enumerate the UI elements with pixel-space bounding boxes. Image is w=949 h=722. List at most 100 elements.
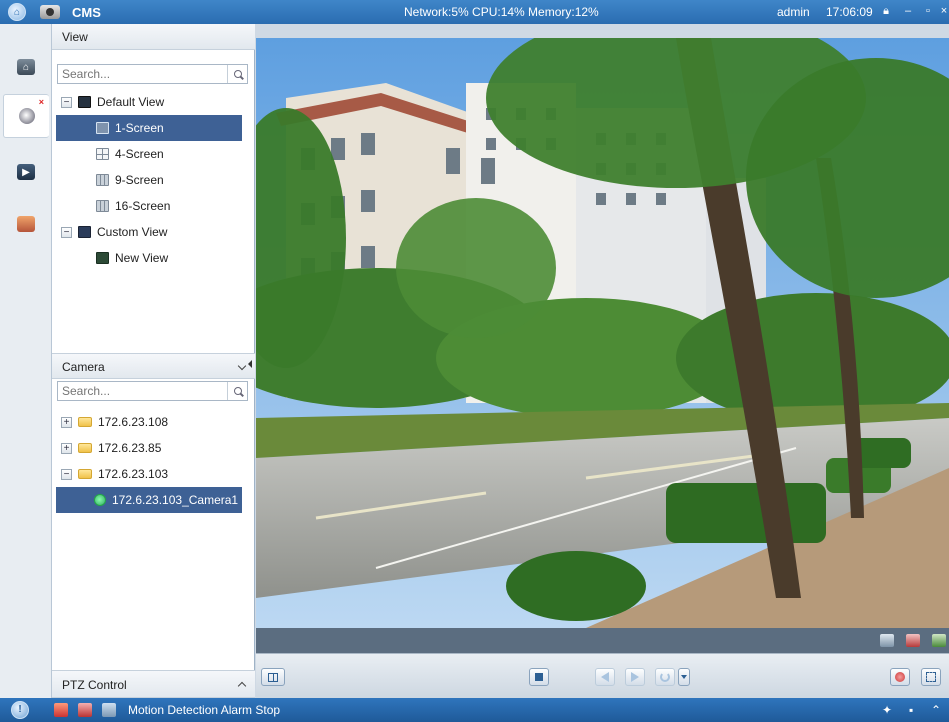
window-division-button[interactable] bbox=[261, 668, 285, 686]
view-search-box[interactable] bbox=[57, 64, 248, 84]
camera-panel-title: Camera bbox=[62, 360, 105, 374]
search-icon[interactable] bbox=[227, 65, 247, 83]
search-icon[interactable] bbox=[227, 382, 247, 400]
tree-item-label: 172.6.23.85 bbox=[98, 441, 162, 455]
expand-up-icon[interactable]: ⌃ bbox=[931, 703, 941, 717]
control-panel-button[interactable]: ⌂ bbox=[11, 54, 41, 80]
auto-switch-dropdown[interactable] bbox=[678, 668, 690, 686]
tree-item-default-view[interactable]: − Default View bbox=[52, 89, 242, 115]
device-management-button[interactable] bbox=[11, 211, 41, 237]
ptz-panel-header[interactable]: PTZ Control bbox=[52, 670, 255, 698]
chevron-up-icon[interactable] bbox=[237, 681, 247, 691]
folder-icon bbox=[78, 417, 92, 427]
status-bar: ! Motion Detection Alarm Stop ✦ ▪ ⌃ bbox=[0, 698, 949, 722]
tree-item-camera1[interactable]: 172.6.23.103_Camera1 bbox=[56, 487, 242, 513]
capture-icon[interactable] bbox=[880, 634, 894, 647]
tree-item-encoder-103[interactable]: − 172.6.23.103 bbox=[52, 461, 242, 487]
chevron-down-icon bbox=[681, 675, 687, 679]
video-frame bbox=[256, 38, 949, 628]
camera-search-box[interactable] bbox=[57, 381, 248, 401]
camera-online-icon bbox=[94, 494, 106, 506]
stop-all-button[interactable] bbox=[529, 668, 549, 686]
status-message: Motion Detection Alarm Stop bbox=[128, 703, 281, 717]
mute-button[interactable] bbox=[890, 668, 910, 686]
collapse-icon[interactable]: − bbox=[61, 468, 72, 480]
tree-item-label: 4-Screen bbox=[115, 147, 164, 161]
tree-item-label: New View bbox=[115, 251, 169, 265]
tree-item-encoder-108[interactable]: + 172.6.23.108 bbox=[52, 409, 242, 435]
playback-icon: ▶ bbox=[17, 164, 35, 180]
camera-search-input[interactable] bbox=[58, 382, 222, 400]
module-rail: ⌂ × ▶ bbox=[0, 24, 52, 698]
switch-stream-icon[interactable] bbox=[932, 634, 946, 647]
next-page-button[interactable] bbox=[625, 668, 645, 686]
tree-item-label: 1-Screen bbox=[115, 121, 164, 135]
collapse-icon[interactable]: − bbox=[61, 96, 72, 108]
fullscreen-icon bbox=[926, 672, 936, 682]
new-view-icon bbox=[96, 252, 109, 264]
folder-icon bbox=[78, 469, 92, 479]
tree-item-label: Default View bbox=[97, 95, 165, 109]
video-toolbar bbox=[256, 628, 949, 653]
collapse-icon[interactable]: − bbox=[61, 226, 72, 238]
window-icon[interactable]: ▪ bbox=[909, 703, 913, 717]
app-title: CMS bbox=[72, 4, 101, 20]
tree-item-custom-view[interactable]: − Custom View bbox=[52, 219, 242, 245]
expand-icon[interactable]: + bbox=[61, 442, 72, 454]
previous-page-button[interactable] bbox=[595, 668, 615, 686]
close-icon[interactable]: × bbox=[938, 5, 949, 18]
camera-panel-header[interactable]: Camera bbox=[52, 353, 255, 379]
arrow-left-icon bbox=[601, 672, 609, 682]
stop-icon bbox=[535, 673, 543, 681]
remote-playback-button[interactable]: ▶ bbox=[11, 159, 41, 185]
tree-item-new-view[interactable]: New View bbox=[52, 245, 242, 271]
main-view-button[interactable]: × bbox=[3, 94, 49, 138]
tree-item-1-screen[interactable]: 1-Screen bbox=[56, 115, 242, 141]
pin-icon[interactable]: ✦ bbox=[882, 703, 892, 717]
home-icon[interactable]: ⌂ bbox=[8, 3, 26, 21]
tree-item-9-screen[interactable]: 9-Screen bbox=[52, 167, 242, 193]
expand-icon[interactable]: + bbox=[61, 416, 72, 428]
sixteen-screen-icon bbox=[96, 200, 109, 212]
view-search-input[interactable] bbox=[58, 65, 222, 83]
tree-item-label: 172.6.23.108 bbox=[98, 415, 169, 429]
record-icon[interactable] bbox=[906, 634, 920, 647]
device-icon bbox=[17, 216, 35, 232]
event-icon[interactable] bbox=[102, 703, 116, 717]
tree-item-16-screen[interactable]: 16-Screen bbox=[52, 193, 242, 219]
alarm-sound-icon[interactable] bbox=[54, 703, 68, 717]
chevron-down-icon[interactable] bbox=[237, 361, 247, 371]
folder-icon bbox=[78, 443, 92, 453]
maximize-icon[interactable]: ▫ bbox=[922, 5, 934, 18]
panel-collapse-handle[interactable] bbox=[248, 360, 252, 368]
tree-item-label: 172.6.23.103_Camera1 bbox=[112, 493, 239, 507]
nine-screen-icon bbox=[96, 174, 109, 186]
resource-panel: View − Default View 1-Screen 4-Screen 9-… bbox=[52, 24, 255, 698]
one-screen-icon bbox=[96, 122, 109, 134]
tree-item-label: 172.6.23.103 bbox=[98, 467, 169, 481]
system-status: Network:5% CPU:14% Memory:12% bbox=[404, 5, 599, 19]
refresh-icon bbox=[660, 672, 670, 682]
alarm-icon[interactable]: ! bbox=[11, 701, 29, 719]
custom-view-icon bbox=[78, 226, 91, 238]
user-name[interactable]: admin bbox=[777, 5, 810, 19]
fullscreen-button[interactable] bbox=[921, 668, 941, 686]
minimize-icon[interactable]: – bbox=[902, 5, 914, 18]
ptz-panel-title: PTZ Control bbox=[62, 678, 127, 692]
tree-item-4-screen[interactable]: 4-Screen bbox=[52, 141, 242, 167]
title-bar: ⌂ CMS Network:5% CPU:14% Memory:12% admi… bbox=[0, 0, 949, 24]
camera-icon bbox=[18, 108, 35, 124]
view-panel-header[interactable]: View bbox=[52, 24, 255, 50]
cms-logo-icon bbox=[40, 5, 60, 19]
arrow-right-icon bbox=[631, 672, 639, 682]
auto-switch-button[interactable] bbox=[655, 668, 675, 686]
tree-item-encoder-85[interactable]: + 172.6.23.85 bbox=[52, 435, 242, 461]
tree-item-label: Custom View bbox=[97, 225, 168, 239]
playback-control-bar bbox=[256, 653, 949, 698]
lock-icon[interactable]: 🔒︎ bbox=[880, 5, 892, 18]
close-tab-icon[interactable]: × bbox=[39, 97, 44, 107]
alarm-output-icon[interactable] bbox=[78, 703, 92, 717]
live-video-window[interactable] bbox=[256, 38, 949, 628]
tree-item-label: 16-Screen bbox=[115, 199, 171, 213]
view-group-icon bbox=[78, 96, 91, 108]
